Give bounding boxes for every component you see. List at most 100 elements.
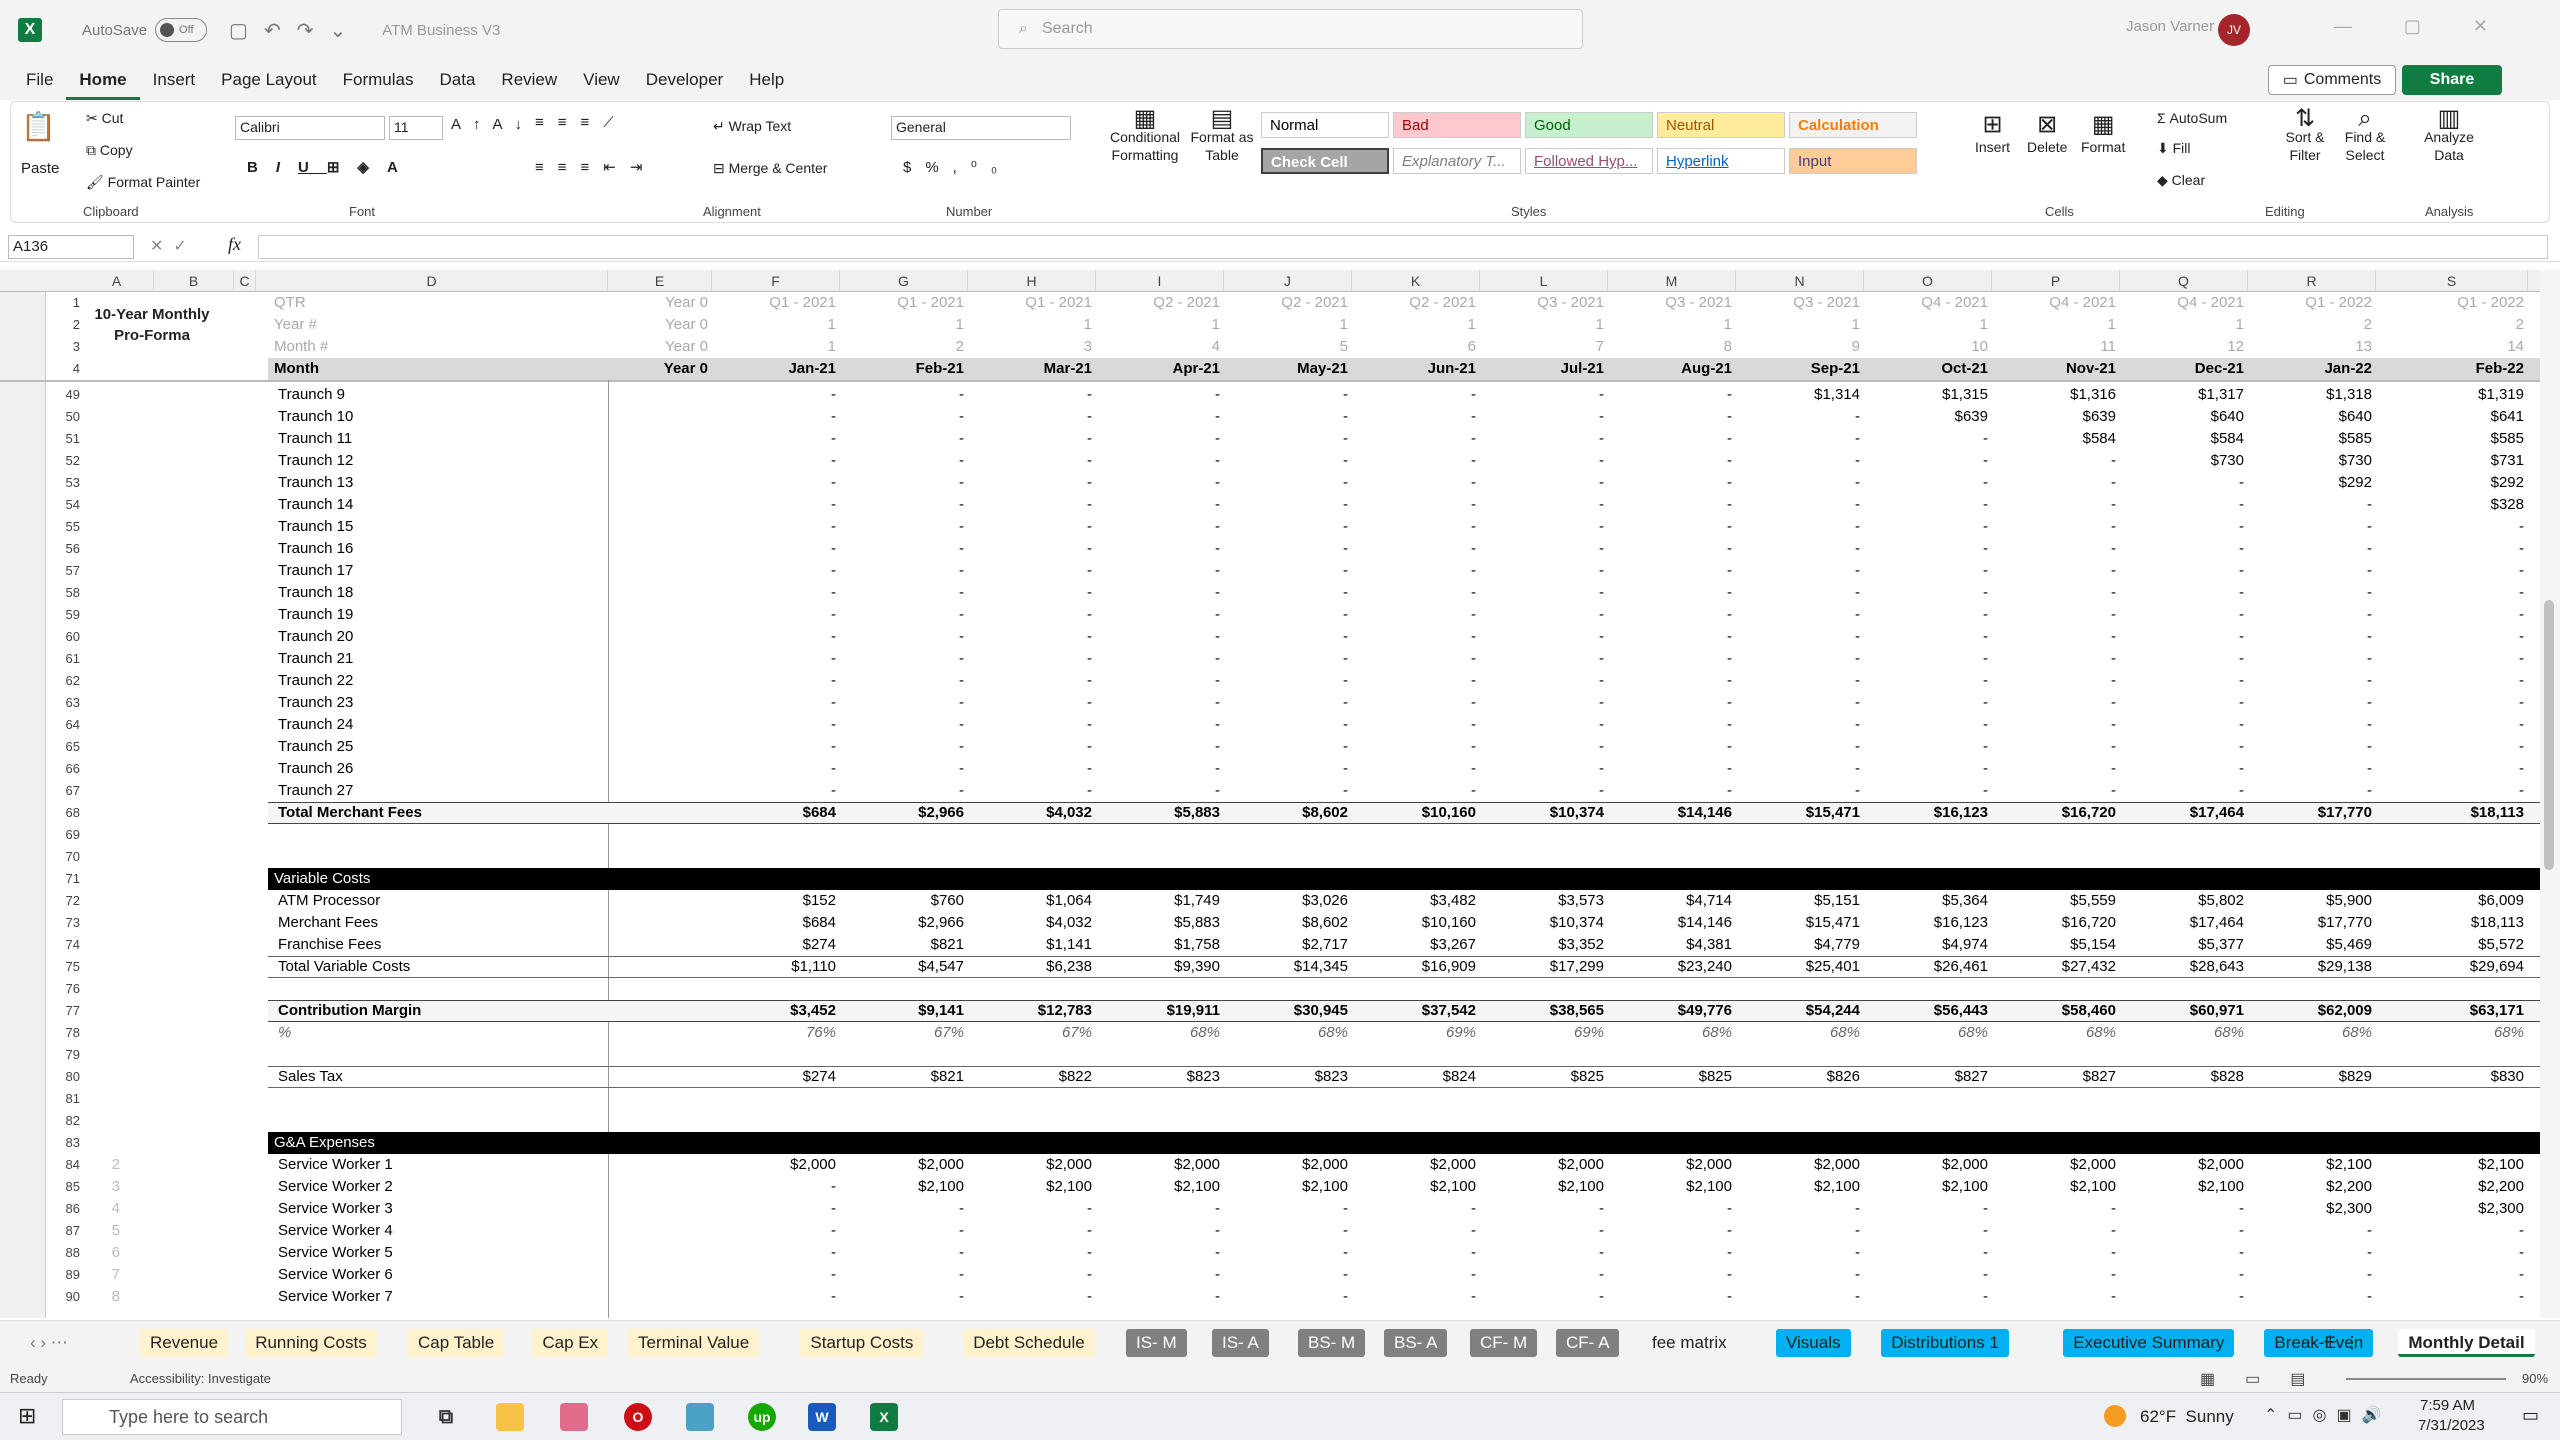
value-cell-k[interactable]: - [1356, 582, 1476, 604]
value-cell-r[interactable]: $585 [2252, 428, 2372, 450]
value-cell-l[interactable]: - [1484, 1198, 1604, 1220]
value-cell-h[interactable]: $12,783 [972, 1000, 1092, 1022]
header-cell-h[interactable]: 1 [972, 314, 1092, 336]
value-cell-o[interactable]: - [1868, 472, 1988, 494]
value-cell-j[interactable]: 68% [1228, 1022, 1348, 1044]
value-cell-f[interactable]: $3,452 [716, 1000, 836, 1022]
value-cell-k[interactable]: $2,100 [1356, 1176, 1476, 1198]
value-cell-n[interactable]: - [1740, 1264, 1860, 1286]
value-cell-f[interactable]: - [716, 582, 836, 604]
user-name[interactable]: Jason Varner [2126, 18, 2214, 35]
value-cell-i[interactable]: $19,911 [1100, 1000, 1220, 1022]
value-cell-r[interactable]: - [2252, 1286, 2372, 1308]
value-cell-s[interactable]: - [2404, 582, 2524, 604]
value-cell-f[interactable]: $274 [716, 1066, 836, 1088]
value-cell-m[interactable]: $14,146 [1612, 912, 1732, 934]
value-cell-g[interactable]: - [844, 406, 964, 428]
number-format-select[interactable]: General [891, 116, 1071, 140]
header-cell-k[interactable]: Jun-21 [1356, 358, 1476, 380]
value-cell-j[interactable]: - [1228, 692, 1348, 714]
value-cell-q[interactable]: - [2124, 538, 2244, 560]
value-cell-h[interactable]: - [972, 626, 1092, 648]
formula-cancel-confirm-icons[interactable]: ✕✓ [150, 236, 197, 256]
header-label[interactable]: Month # [274, 336, 574, 358]
value-cell-i[interactable]: $1,749 [1100, 890, 1220, 912]
value-cell-j[interactable]: - [1228, 1264, 1348, 1286]
row-label[interactable]: Traunch 9 [278, 384, 598, 406]
value-cell-g[interactable]: $2,000 [844, 1154, 964, 1176]
cell-style-neutral[interactable]: Neutral [1657, 112, 1785, 138]
value-cell-r[interactable]: - [2252, 692, 2372, 714]
value-cell-k[interactable]: - [1356, 406, 1476, 428]
value-cell-k[interactable]: - [1356, 494, 1476, 516]
value-cell-o[interactable]: - [1868, 692, 1988, 714]
header-label[interactable]: Month [274, 358, 574, 380]
menu-item-insert[interactable]: Insert [140, 60, 209, 100]
value-cell-g[interactable]: $821 [844, 1066, 964, 1088]
value-cell-k[interactable]: - [1356, 670, 1476, 692]
value-cell-g[interactable]: $760 [844, 890, 964, 912]
value-cell-p[interactable]: - [1996, 1220, 2116, 1242]
value-cell-h[interactable]: - [972, 384, 1092, 406]
sheet-tab[interactable]: BS- A [1384, 1329, 1448, 1357]
value-cell-l[interactable]: - [1484, 472, 1604, 494]
worksheet-grid[interactable]: ABCDEFGHIJKLMNOPQRS 1 QTR Year 0 Q1 - 2021 Q… [0, 270, 2560, 1318]
task-view-icon[interactable]: ⧉ [432, 1403, 460, 1431]
value-cell-q[interactable]: - [2124, 604, 2244, 626]
value-cell-p[interactable]: - [1996, 582, 2116, 604]
value-cell-f[interactable]: - [716, 1220, 836, 1242]
value-cell-f[interactable]: $274 [716, 934, 836, 956]
value-cell-n[interactable]: - [1740, 626, 1860, 648]
value-cell-f[interactable]: $1,110 [716, 956, 836, 978]
row-label[interactable]: Traunch 11 [278, 428, 598, 450]
value-cell-i[interactable]: - [1100, 582, 1220, 604]
sheet-tab[interactable]: BS- M [1298, 1329, 1366, 1357]
value-cell-m[interactable]: 68% [1612, 1022, 1732, 1044]
value-cell-h[interactable]: $1,141 [972, 934, 1092, 956]
header-cell-i[interactable]: Apr-21 [1100, 358, 1220, 380]
value-cell-n[interactable]: - [1740, 560, 1860, 582]
value-cell-f[interactable]: 76% [716, 1022, 836, 1044]
analyze-data-button[interactable]: ▥ Analyze Data [2419, 107, 2479, 164]
value-cell-i[interactable]: $5,883 [1100, 912, 1220, 934]
format-painter-button[interactable]: 🖌 Format Painter [86, 174, 200, 191]
value-cell-o[interactable]: $1,315 [1868, 384, 1988, 406]
value-cell-l[interactable]: $10,374 [1484, 912, 1604, 934]
value-cell-r[interactable]: - [2252, 582, 2372, 604]
value-cell-o[interactable]: $4,974 [1868, 934, 1988, 956]
menu-item-page-layout[interactable]: Page Layout [208, 60, 329, 100]
value-cell-l[interactable]: $38,565 [1484, 1000, 1604, 1022]
header-cell-n[interactable]: Sep-21 [1740, 358, 1860, 380]
value-cell-o[interactable]: $26,461 [1868, 956, 1988, 978]
value-cell-p[interactable]: - [1996, 626, 2116, 648]
value-cell-j[interactable]: - [1228, 494, 1348, 516]
value-cell-g[interactable]: - [844, 648, 964, 670]
header-cell-j[interactable]: May-21 [1228, 358, 1348, 380]
value-cell-q[interactable]: $17,464 [2124, 912, 2244, 934]
cell-style-check-cell[interactable]: Check Cell [1261, 148, 1389, 174]
value-cell-j[interactable]: $8,602 [1228, 912, 1348, 934]
value-cell-m[interactable]: - [1612, 582, 1732, 604]
fill-button[interactable]: ⬇ Fill [2157, 140, 2191, 157]
header-cell-l[interactable]: 7 [1484, 336, 1604, 358]
window-controls[interactable]: —▢✕ [2334, 16, 2540, 37]
formula-input[interactable] [258, 235, 2548, 259]
value-cell-q[interactable]: - [2124, 582, 2244, 604]
value-cell-r[interactable]: $2,200 [2252, 1176, 2372, 1198]
value-cell-l[interactable]: - [1484, 670, 1604, 692]
value-cell-i[interactable]: - [1100, 1242, 1220, 1264]
value-cell-n[interactable]: - [1740, 758, 1860, 780]
sheet-tab[interactable]: CF- A [1556, 1329, 1620, 1357]
row-label[interactable]: Service Worker 2 [278, 1176, 598, 1198]
value-cell-s[interactable]: $731 [2404, 450, 2524, 472]
value-cell-m[interactable]: $14,146 [1612, 802, 1732, 824]
value-cell-f[interactable]: - [716, 758, 836, 780]
value-cell-p[interactable]: - [1996, 538, 2116, 560]
copy-button[interactable]: ⧉ Copy [86, 142, 133, 159]
value-cell-j[interactable]: - [1228, 758, 1348, 780]
row-label[interactable]: Traunch 25 [278, 736, 598, 758]
header-cell-r[interactable]: 13 [2252, 336, 2372, 358]
value-cell-n[interactable]: - [1740, 1286, 1860, 1308]
vertical-scrollbar[interactable] [2540, 270, 2560, 1318]
row-label[interactable]: Merchant Fees [278, 912, 598, 934]
